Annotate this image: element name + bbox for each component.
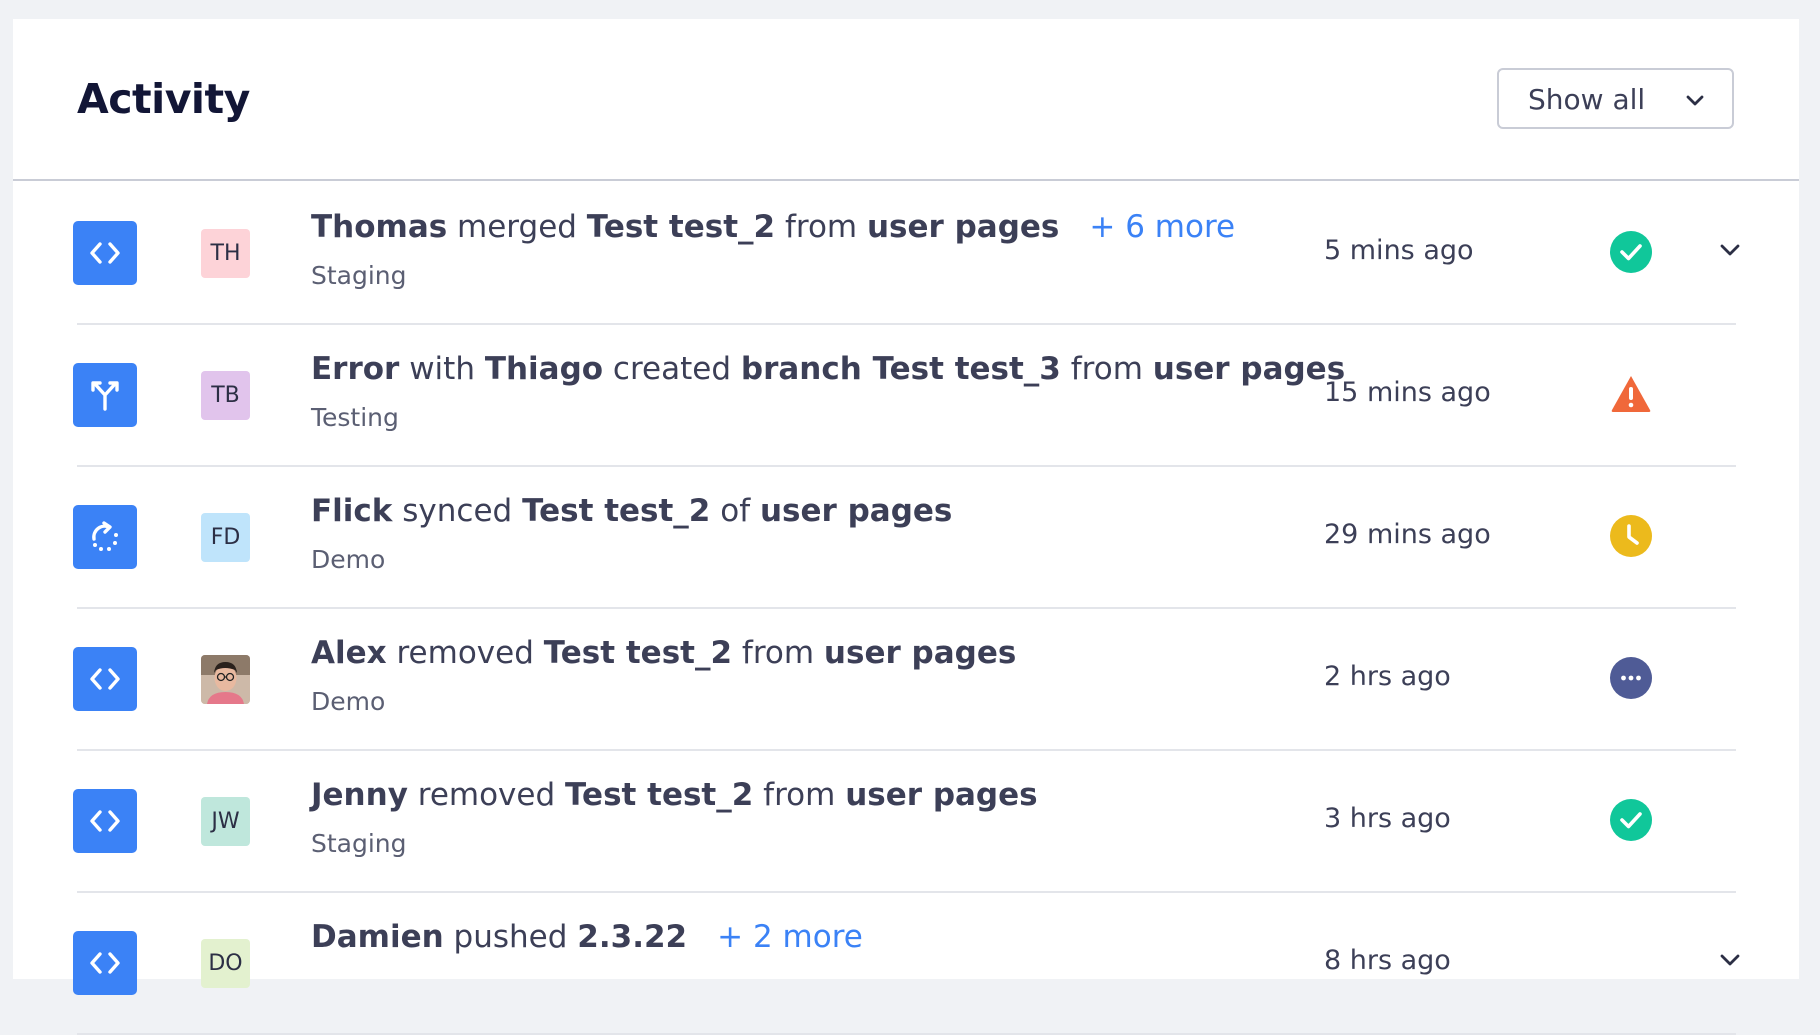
avatar: TB <box>201 371 250 420</box>
avatar-initials: TH <box>210 241 241 266</box>
activity-row: TB Error with Thiago created branch Test … <box>73 323 1736 467</box>
activity-description: Error with Thiago created branch Test te… <box>311 351 1345 387</box>
activity-entity: 2.3.22 <box>577 919 688 955</box>
activity-header: Activity Show all <box>13 19 1799 181</box>
activity-entity: branch Test test_3 <box>740 351 1061 387</box>
activity-text: synced <box>392 493 523 529</box>
timestamp: 3 hrs ago <box>1324 803 1451 834</box>
activity-entity: user pages <box>759 493 953 529</box>
avatar-initials: DO <box>208 951 243 976</box>
activity-row: DO Damien pushed 2.3.22 + 2 more 8 hrs ago <box>73 891 1740 1035</box>
avatar-initials: JW <box>211 809 240 834</box>
activity-entity: Flick <box>311 493 393 529</box>
activity-entity: Thomas <box>311 209 448 245</box>
environment-label: Demo <box>311 687 386 716</box>
activity-description: Alex removed Test test_2 from user pages <box>311 635 1016 671</box>
more-link[interactable]: + 6 more <box>1089 209 1235 245</box>
warning-triangle-icon <box>1610 373 1652 415</box>
timestamp: 15 mins ago <box>1324 377 1491 408</box>
branch-icon <box>73 363 137 427</box>
activity-text: from <box>1060 351 1153 387</box>
more-dots-icon <box>1610 657 1652 699</box>
timestamp: 2 hrs ago <box>1324 661 1451 692</box>
sync-icon <box>73 505 137 569</box>
activity-text: with <box>399 351 485 387</box>
activity-text: removed <box>386 635 544 671</box>
activity-description: Thomas merged Test test_2 from user page… <box>311 209 1235 245</box>
activity-description: Flick synced Test test_2 of user pages <box>311 493 952 529</box>
code-icon <box>73 789 137 853</box>
chevron-down-icon[interactable] <box>1717 947 1743 973</box>
activity-text: from <box>732 635 824 671</box>
timestamp: 29 mins ago <box>1324 519 1491 550</box>
activity-entity: user pages <box>823 635 1017 671</box>
activity-text: pushed <box>443 919 578 955</box>
activity-row: Alex removed Test test_2 from user pages… <box>73 607 1736 751</box>
avatar: DO <box>201 939 250 988</box>
code-icon <box>73 647 137 711</box>
avatar <box>201 655 250 704</box>
code-icon <box>73 221 137 285</box>
activity-entity: Damien <box>311 919 444 955</box>
check-circle-icon <box>1610 799 1652 841</box>
activity-text: created <box>603 351 741 387</box>
more-link[interactable]: + 2 more <box>717 919 863 955</box>
avatar: FD <box>201 513 250 562</box>
activity-text: from <box>775 209 867 245</box>
timestamp: 8 hrs ago <box>1324 945 1451 976</box>
avatar-initials: FD <box>210 525 241 550</box>
activity-entity: Test test_2 <box>543 635 733 671</box>
activity-entity: Thiago <box>484 351 604 387</box>
activity-entity: Alex <box>311 635 387 671</box>
chevron-down-icon <box>1686 95 1704 106</box>
activity-row: JW Jenny removed Test test_2 from user pa… <box>73 749 1736 893</box>
avatar-initials: TB <box>211 383 240 408</box>
activity-card: Activity Show all TH Thomas merged Test t… <box>13 19 1799 1035</box>
activity-text: removed <box>407 777 566 813</box>
activity-text: from <box>753 777 846 813</box>
filter-selected-value: Show all <box>1528 83 1646 116</box>
code-icon <box>73 931 137 995</box>
activity-text: merged <box>447 209 587 245</box>
activity-entity: Test test_2 <box>522 493 711 529</box>
activity-row: TH Thomas merged Test test_2 from user pa… <box>73 181 1740 325</box>
activity-entity: user pages <box>866 209 1060 245</box>
activity-row: FD Flick synced Test test_2 of user pages… <box>73 465 1736 609</box>
page-title: Activity <box>77 75 250 123</box>
avatar: TH <box>201 229 250 278</box>
activity-entity: Test test_2 <box>586 209 776 245</box>
environment-label: Testing <box>311 403 399 432</box>
check-circle-icon <box>1610 231 1652 273</box>
timestamp: 5 mins ago <box>1324 235 1474 266</box>
activity-entity: Test test_2 <box>565 777 754 813</box>
clock-icon <box>1610 515 1652 557</box>
environment-label: Staging <box>311 261 407 290</box>
activity-entity: Jenny <box>311 777 408 813</box>
activity-text: of <box>710 493 760 529</box>
chevron-down-icon[interactable] <box>1717 237 1743 263</box>
environment-label: Staging <box>311 829 407 858</box>
filter-dropdown[interactable]: Show all <box>1497 68 1734 129</box>
activity-description: Damien pushed 2.3.22 + 2 more <box>311 919 863 955</box>
avatar: JW <box>201 797 250 846</box>
activity-description: Jenny removed Test test_2 from user page… <box>311 777 1038 813</box>
environment-label: Demo <box>311 545 386 574</box>
activity-entity: user pages <box>1152 351 1346 387</box>
activity-entity: user pages <box>845 777 1038 813</box>
activity-entity: Error <box>311 351 400 387</box>
